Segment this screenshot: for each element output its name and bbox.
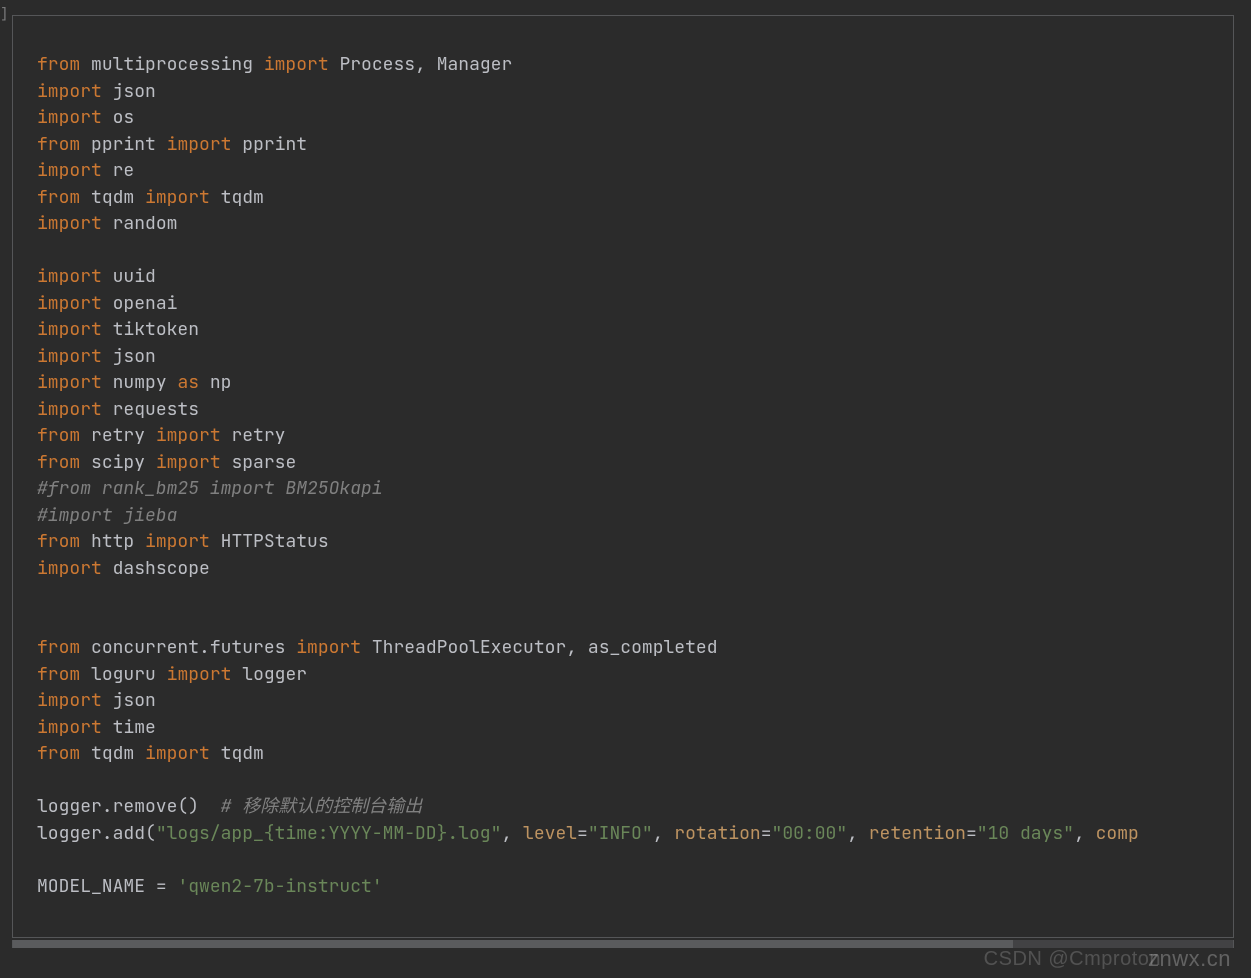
code-line[interactable]: from scipy import sparse (37, 450, 1233, 477)
code-content[interactable]: from multiprocessing import Process, Man… (37, 52, 1233, 900)
code-line[interactable]: import uuid (37, 264, 1233, 291)
code-line[interactable]: from multiprocessing import Process, Man… (37, 52, 1233, 79)
horizontal-scrollbar-track[interactable] (12, 940, 1234, 948)
code-line[interactable] (37, 238, 1233, 265)
watermark-csdn: CSDN @Cmproton (984, 946, 1161, 973)
code-line[interactable]: import time (37, 715, 1233, 742)
code-line[interactable]: #import jieba (37, 503, 1233, 530)
code-line[interactable]: from retry import retry (37, 423, 1233, 450)
code-line[interactable] (37, 582, 1233, 609)
code-line[interactable]: from loguru import logger (37, 662, 1233, 689)
code-line[interactable]: from pprint import pprint (37, 132, 1233, 159)
code-line[interactable]: import os (37, 105, 1233, 132)
code-line[interactable] (37, 609, 1233, 636)
code-line[interactable]: import requests (37, 397, 1233, 424)
gutter-marker: ] (0, 0, 10, 978)
code-line[interactable]: from http import HTTPStatus (37, 529, 1233, 556)
code-line[interactable]: import json (37, 344, 1233, 371)
code-line[interactable]: import tiktoken (37, 317, 1233, 344)
code-line[interactable]: import json (37, 79, 1233, 106)
code-line[interactable]: from concurrent.futures import ThreadPoo… (37, 635, 1233, 662)
code-line[interactable]: from tqdm import tqdm (37, 185, 1233, 212)
watermark-znwx: znwx.cn (1148, 946, 1231, 973)
code-line[interactable]: import dashscope (37, 556, 1233, 583)
code-line[interactable] (37, 768, 1233, 795)
code-line[interactable]: import numpy as np (37, 370, 1233, 397)
code-line[interactable]: import re (37, 158, 1233, 185)
code-line[interactable]: MODEL_NAME = 'qwen2-7b-instruct' (37, 874, 1233, 901)
code-line[interactable]: #from rank_bm25 import BM25Okapi (37, 476, 1233, 503)
code-line[interactable]: from tqdm import tqdm (37, 741, 1233, 768)
code-editor[interactable]: from multiprocessing import Process, Man… (12, 15, 1234, 938)
code-line[interactable]: import random (37, 211, 1233, 238)
code-line[interactable]: logger.remove() # 移除默认的控制台输出 (37, 794, 1233, 821)
code-line[interactable]: logger.add("logs/app_{time:YYYY-MM-DD}.l… (37, 821, 1233, 848)
code-line[interactable] (37, 847, 1233, 874)
horizontal-scrollbar-thumb[interactable] (13, 940, 1013, 948)
code-line[interactable]: import openai (37, 291, 1233, 318)
code-line[interactable]: import json (37, 688, 1233, 715)
